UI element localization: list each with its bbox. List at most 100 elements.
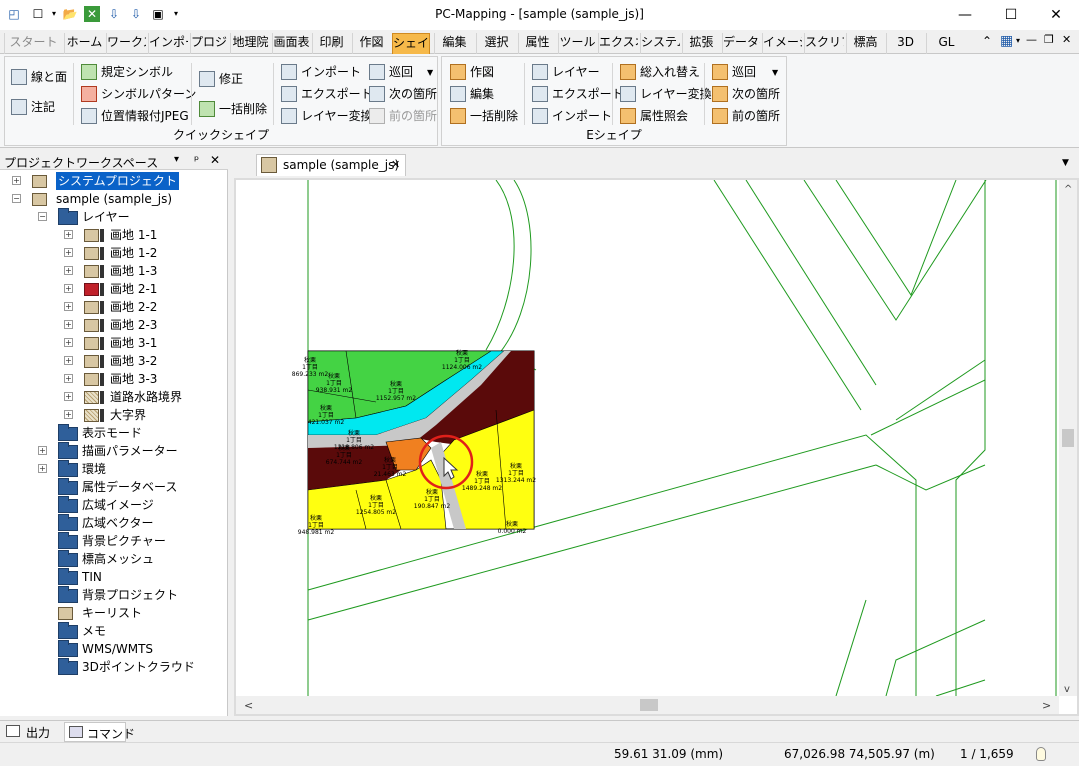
tree-expander-icon[interactable]: + (64, 320, 73, 329)
scroll-left-icon[interactable]: < (244, 699, 253, 712)
tab-12[interactable]: 属性 (518, 33, 556, 54)
e-layer-button[interactable]: レイヤー (532, 62, 600, 82)
line-and-face-button[interactable]: 線と面 (11, 67, 67, 87)
previous-location-button[interactable]: 前の箇所 (369, 106, 437, 126)
tab-9[interactable]: シェイプ (392, 33, 430, 54)
tree-folder-0[interactable]: 表示モード (0, 424, 228, 442)
layer-convert-button[interactable]: レイヤー変換 (281, 106, 373, 126)
tree-layer-2[interactable]: + 画地 1-3 (0, 262, 228, 280)
document-tab[interactable]: sample (sample_js) ✕ (256, 154, 406, 176)
tree-expander-icon[interactable]: + (64, 356, 73, 365)
tab-0[interactable]: スタート (4, 33, 62, 54)
tree-layer-folder[interactable]: − レイヤー (0, 208, 228, 226)
tree-folder-9[interactable]: 背景プロジェクト (0, 586, 228, 604)
e-patrol-dropdown-icon[interactable]: ▼ (772, 68, 778, 77)
tree-folder-4[interactable]: 広域イメージ (0, 496, 228, 514)
tree-expander-icon[interactable]: + (38, 464, 47, 473)
e-replace-all-button[interactable]: 総入れ替え (620, 62, 700, 82)
e-draw-button[interactable]: 作図 (450, 62, 494, 82)
tree-folder-3[interactable]: 属性データベース (0, 478, 228, 496)
tree-expander-icon[interactable]: + (64, 410, 73, 419)
vertical-scroll-thumb[interactable] (1062, 429, 1074, 447)
tab-3[interactable]: インポー (148, 33, 188, 54)
help-dropdown-icon[interactable]: ▾ (1016, 36, 1020, 45)
lightbulb-icon[interactable] (1036, 747, 1046, 761)
tab-7[interactable]: 印刷 (312, 33, 350, 54)
tree-layer-8[interactable]: + 画地 3-3 (0, 370, 228, 388)
tree-layer-0[interactable]: + 画地 1-1 (0, 226, 228, 244)
tree-expander-icon[interactable]: + (64, 338, 73, 347)
tree-expander-icon[interactable]: + (64, 230, 73, 239)
tab-4[interactable]: プロジェ (190, 33, 228, 54)
e-edit-button[interactable]: 編集 (450, 84, 494, 104)
tree-layer-6[interactable]: + 画地 3-1 (0, 334, 228, 352)
tab-20[interactable]: 標高 (846, 33, 884, 54)
mdi-close-icon[interactable]: ✕ (1062, 33, 1071, 46)
scroll-up-icon[interactable]: ^ (1064, 184, 1072, 195)
tab-22[interactable]: GL (926, 33, 966, 54)
e-bulk-delete-button[interactable]: 一括削除 (450, 106, 518, 126)
tree-layer-3[interactable]: + 画地 2-1 (0, 280, 228, 298)
close-button[interactable]: ✕ (1033, 0, 1079, 30)
tree-expander-icon[interactable]: + (64, 374, 73, 383)
tab-17[interactable]: データヘ (722, 33, 760, 54)
bulk-delete-button[interactable]: 一括削除 (199, 99, 267, 119)
e-next-location-button[interactable]: 次の箇所 (712, 84, 780, 104)
command-tab[interactable]: コマンド (64, 722, 135, 742)
next-location-button[interactable]: 次の箇所 (369, 84, 437, 104)
e-layer-convert-button[interactable]: レイヤー変換 (620, 84, 712, 104)
tab-21[interactable]: 3D (886, 33, 924, 54)
panel-close-icon[interactable]: ✕ (210, 153, 220, 167)
maximize-button[interactable]: ☐ (988, 0, 1034, 30)
tab-8[interactable]: 作図 (352, 33, 390, 54)
tab-15[interactable]: システム (640, 33, 680, 54)
geotag-jpeg-button[interactable]: 位置情報付JPEG (81, 106, 189, 126)
symbol-pattern-button[interactable]: シンボルパターン (81, 84, 196, 104)
tree-layer-9[interactable]: + 道路水路境界 (0, 388, 228, 406)
tab-14[interactable]: エクスオ (598, 33, 638, 54)
tab-2[interactable]: ワークス (106, 33, 146, 54)
horizontal-scroll-thumb[interactable] (640, 699, 658, 711)
document-tab-close-icon[interactable]: ✕ (391, 158, 400, 171)
minimize-button[interactable]: — (942, 0, 988, 30)
tab-5[interactable]: 地理院 (230, 33, 270, 54)
patrol-dropdown-icon[interactable]: ▼ (427, 68, 433, 77)
e-patrol-button[interactable]: 巡回 (712, 62, 756, 82)
import-button[interactable]: インポート (281, 62, 361, 82)
tree-layer-10[interactable]: + 大字界 (0, 406, 228, 424)
document-list-dropdown-icon[interactable]: ▼ (1062, 158, 1069, 168)
tree-expander-icon[interactable]: + (64, 302, 73, 311)
mdi-restore-icon[interactable]: ❐ (1044, 33, 1054, 46)
pin-icon[interactable]: ᵖ (194, 153, 199, 167)
patrol-button[interactable]: 巡回 (369, 62, 413, 82)
tab-1[interactable]: ホーム (64, 33, 104, 54)
tree-folder-7[interactable]: 標高メッシュ (0, 550, 228, 568)
tree-folder-6[interactable]: 背景ピクチャー (0, 532, 228, 550)
e-previous-location-button[interactable]: 前の箇所 (712, 106, 780, 126)
tree-sample-project[interactable]: − sample (sample_js) (0, 190, 228, 208)
tree-folder-2[interactable]: + 環境 (0, 460, 228, 478)
tab-19[interactable]: スクリプ (804, 33, 844, 54)
tree-expander-icon[interactable]: + (38, 446, 47, 455)
tree-extra-2[interactable]: WMS/WMTS (0, 640, 228, 658)
tree-expander-icon[interactable]: + (12, 176, 21, 185)
tree-expander-icon[interactable]: + (64, 284, 73, 293)
tree-folder-8[interactable]: TIN (0, 568, 228, 586)
tree-layer-4[interactable]: + 画地 2-2 (0, 298, 228, 316)
map-view[interactable]: 秋栗 1丁目 869.233 m2 秋栗 1丁目 1124.006 m2 秋栗 1丁目 938.… (234, 178, 1079, 716)
modify-button[interactable]: 修正 (199, 69, 243, 89)
tab-10[interactable]: 編集 (434, 33, 474, 54)
tree-layer-7[interactable]: + 画地 3-2 (0, 352, 228, 370)
tab-18[interactable]: イメージ (762, 33, 802, 54)
help-window-icon[interactable]: ▦ (1000, 33, 1013, 49)
tree-expander-icon[interactable]: + (64, 248, 73, 257)
e-import-button[interactable]: インポート (532, 106, 612, 126)
map-canvas[interactable]: 秋栗 1丁目 869.233 m2秋栗 1丁目 1124.006 m2秋栗 1丁目 938.… (236, 180, 1077, 714)
tree-expander-icon[interactable]: − (38, 212, 47, 221)
tree-folder-5[interactable]: 広域ベクター (0, 514, 228, 532)
mdi-minimize-icon[interactable]: — (1026, 33, 1037, 46)
tree-layer-1[interactable]: + 画地 1-2 (0, 244, 228, 262)
tab-16[interactable]: 拡張 (682, 33, 720, 54)
tab-11[interactable]: 選択 (476, 33, 516, 54)
e-attribute-query-button[interactable]: 属性照会 (620, 106, 688, 126)
